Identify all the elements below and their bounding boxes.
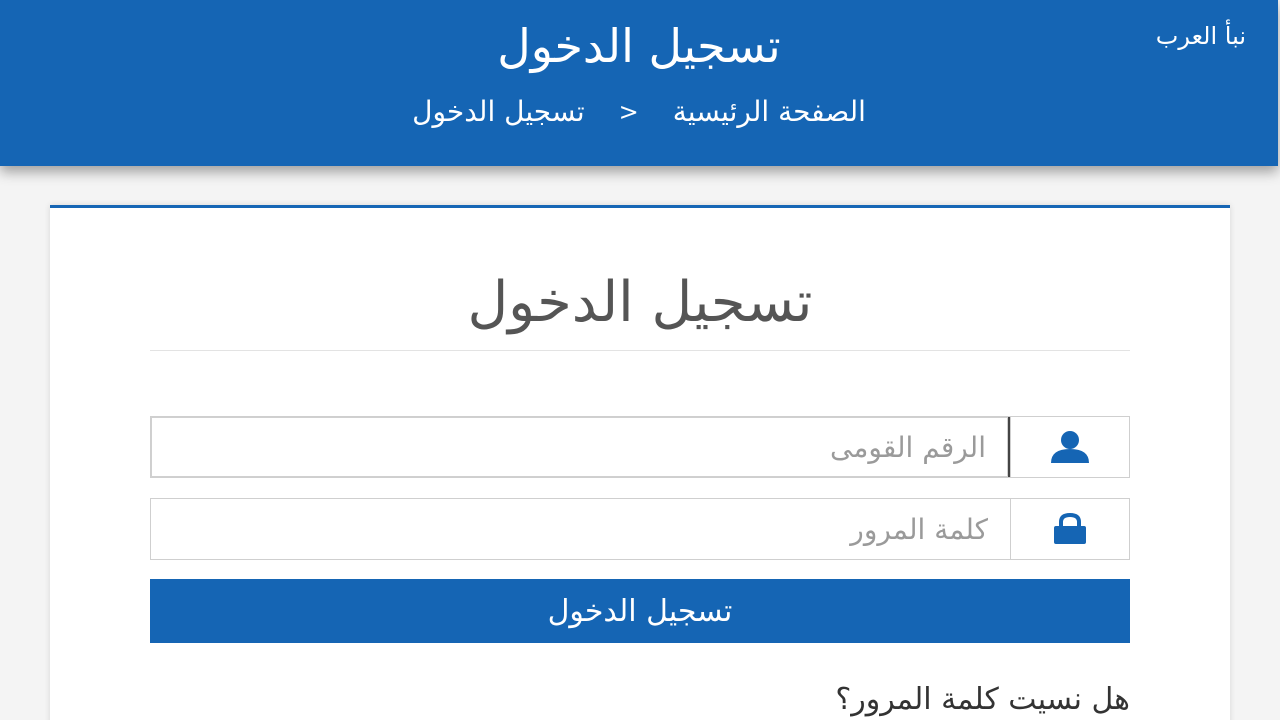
site-watermark: نبأ العرب [1155,22,1246,50]
user-icon [1049,430,1091,464]
password-addon [1010,499,1129,559]
breadcrumb-current: تسجيل الدخول [412,95,585,128]
national-id-group [150,416,1130,478]
page-title: تسجيل الدخول [497,19,781,73]
lock-icon [1051,513,1089,545]
title-divider [150,350,1130,351]
login-card-title: تسجيل الدخول [467,270,813,335]
login-card: تسجيل الدخول الرقم القومى تسجيل الدخول ه… [50,205,1230,720]
breadcrumb: الصفحة الرئيسية > تسجيل الدخول [0,92,1278,132]
password-input[interactable] [151,499,1010,559]
breadcrumb-separator: > [618,98,639,126]
login-button[interactable]: تسجيل الدخول [150,579,1130,643]
login-page: تسجيل الدخول الصفحة الرئيسية > تسجيل الد… [0,0,1280,720]
national-id-input[interactable] [151,417,1010,477]
forgot-password-link[interactable]: هل نسيت كلمة المرور؟ [835,678,1130,720]
breadcrumb-home-link[interactable]: الصفحة الرئيسية [669,92,870,132]
password-group [150,498,1130,560]
page-header: تسجيل الدخول الصفحة الرئيسية > تسجيل الد… [0,0,1278,166]
national-id-addon [1010,417,1129,477]
